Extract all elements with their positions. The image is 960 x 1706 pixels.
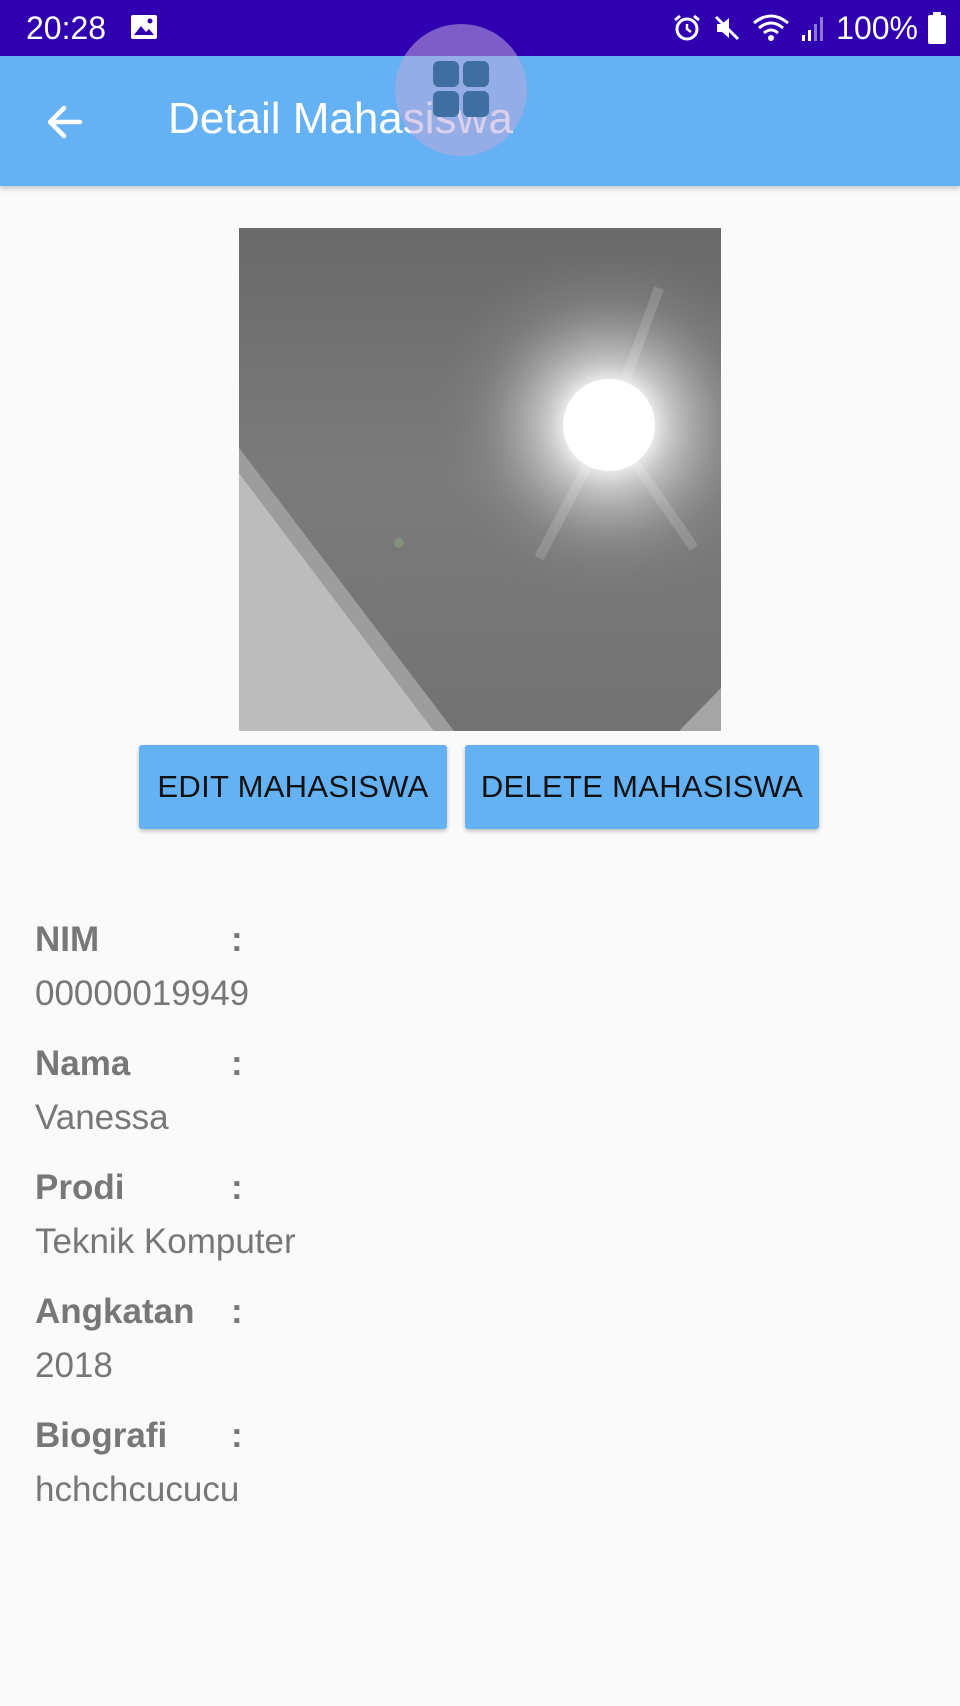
field-label: NIM	[35, 920, 100, 959]
alarm-icon	[674, 14, 701, 41]
field-label: Nama	[35, 1044, 131, 1083]
field-prodi: Prodi : Teknik Komputer	[35, 1168, 296, 1262]
signal-icon	[802, 17, 824, 41]
edit-mahasiswa-button[interactable]: EDIT MAHASISWA	[139, 745, 447, 829]
field-separator: :	[231, 920, 243, 959]
student-photo	[239, 228, 721, 731]
field-separator: :	[231, 1168, 243, 1207]
photo-image	[239, 228, 721, 731]
field-separator: :	[231, 1292, 243, 1331]
arrow-back-icon[interactable]	[38, 96, 90, 148]
field-value: Teknik Komputer	[35, 1222, 296, 1261]
field-separator: :	[231, 1416, 243, 1455]
status-icons: 100%	[672, 8, 946, 48]
battery-percentage: 100%	[836, 9, 918, 46]
field-value: 00000019949	[35, 974, 250, 1013]
field-biografi: Biografi : hchchcucucu	[35, 1416, 243, 1510]
field-value: Vanessa	[35, 1098, 169, 1137]
floating-overlay-button[interactable]	[395, 24, 527, 156]
status-time: 20:28	[26, 10, 107, 46]
field-angkatan: Angkatan : 2018	[35, 1292, 243, 1386]
delete-mahasiswa-button[interactable]: DELETE MAHASISWA	[465, 745, 819, 829]
grid-apps-icon	[433, 61, 489, 117]
field-label: Prodi	[35, 1168, 125, 1207]
battery-icon	[928, 12, 946, 44]
gallery-icon	[131, 15, 157, 39]
field-separator: :	[231, 1044, 243, 1083]
mute-icon	[715, 15, 740, 41]
field-label: Angkatan	[35, 1292, 195, 1331]
field-value: 2018	[35, 1346, 113, 1385]
field-label: Biografi	[35, 1416, 168, 1455]
wifi-icon	[753, 14, 790, 41]
field-nama: Nama : Vanessa	[35, 1044, 243, 1138]
field-nim: NIM : 00000019949	[35, 920, 249, 1014]
field-value: hchchcucucu	[35, 1470, 240, 1509]
